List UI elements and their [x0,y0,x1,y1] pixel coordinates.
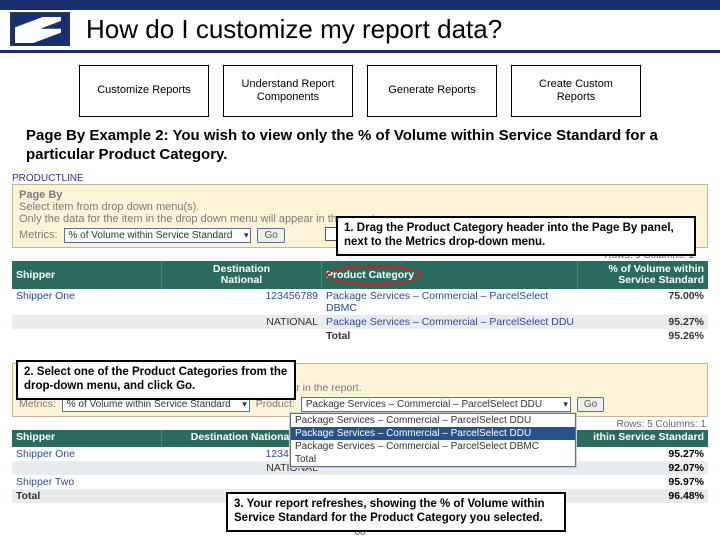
pageby-instruction: Select item from drop down menu(s). [19,201,701,213]
metrics-label-b: Metrics: [19,398,56,410]
dropdown-option[interactable]: Total [291,453,575,466]
table-row: Shipper One 123456789 Package Services –… [12,289,708,315]
product-dropdown[interactable]: Package Services – Commercial – ParcelSe… [301,397,571,412]
col-product-category[interactable]: Product Category [322,261,578,289]
col-shipper-b: Shipper [12,430,162,447]
table-row: Total 95.26% [12,329,708,343]
page-title: How do I customize my report data? [86,14,502,45]
productline-link[interactable]: PRODUCTLINE [12,173,708,184]
metrics-label: Metrics: [19,229,58,241]
go-button-a[interactable]: Go [257,228,284,243]
callout-step-3: 3. Your report refreshes, showing the % … [226,492,566,532]
col-shipper: Shipper [12,261,162,289]
table-row: NATIONAL Package Services – Commercial –… [12,315,708,329]
callout-step-1: 1. Drag the Product Category header into… [336,216,696,256]
callout-step-2: 2. Select one of the Product Categories … [16,360,296,400]
dropdown-option-selected[interactable]: Package Services – Commercial – ParcelSe… [291,427,575,440]
nav-steps: Customize Reports Understand Report Comp… [0,65,720,117]
pageby-label: Page By [19,189,701,201]
dropdown-option[interactable]: Package Services – Commercial – ParcelSe… [291,440,575,453]
nav-customize-reports[interactable]: Customize Reports [79,65,209,117]
product-label: Product: [256,398,295,410]
table-row: Shipper Two 95.97% [12,475,708,489]
grid-a-body: Shipper One 123456789 Package Services –… [12,289,708,343]
nav-understand-components[interactable]: Understand Report Components [223,65,353,117]
metrics-dropdown-a[interactable]: % of Volume within Service Standard [64,228,252,243]
dropdown-option[interactable]: Package Services – Commercial – ParcelSe… [291,414,575,427]
grid-a-header: Shipper Destination National Product Cat… [12,261,708,289]
nav-create-custom[interactable]: Create Custom Reports [511,65,641,117]
example-intro: Page By Example 2: You wish to view only… [0,127,720,165]
col-destination: Destination National [162,261,322,289]
col-pct-volume: % of Volume within Service Standard [578,261,708,289]
nav-generate-reports[interactable]: Generate Reports [367,65,497,117]
usps-logo [10,12,70,46]
go-button-b[interactable]: Go [577,397,604,412]
product-dropdown-open[interactable]: Package Services – Commercial – ParcelSe… [290,413,576,467]
